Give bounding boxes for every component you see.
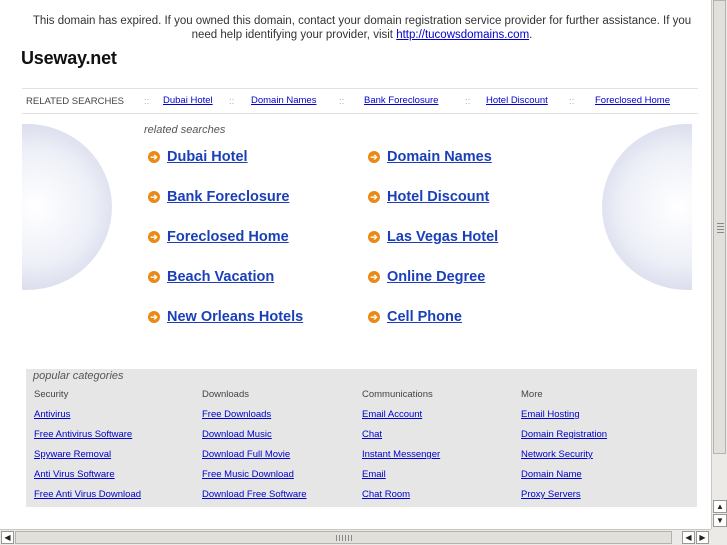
search-link-label: Hotel Discount bbox=[387, 189, 490, 205]
popular-categories-title: popular categories bbox=[33, 370, 124, 382]
category-link[interactable]: Email bbox=[362, 469, 440, 489]
search-link-cell-phone[interactable]: ➔ Cell Phone bbox=[368, 309, 462, 325]
grip-icon bbox=[336, 535, 352, 541]
vertical-scroll-thumb[interactable] bbox=[713, 0, 726, 454]
arrow-icon: ➔ bbox=[368, 271, 380, 283]
category-column-security: Security Antivirus Free Antivirus Softwa… bbox=[34, 389, 141, 509]
search-link-label: Bank Foreclosure bbox=[167, 189, 290, 205]
arrow-icon: ➔ bbox=[368, 191, 380, 203]
category-link[interactable]: Network Security bbox=[521, 449, 607, 469]
search-link-label: Las Vegas Hotel bbox=[387, 229, 499, 245]
related-searches-heading: related searches bbox=[144, 124, 226, 136]
expired-notice: This domain has expired. If you owned th… bbox=[22, 14, 702, 42]
category-link[interactable]: Chat Room bbox=[362, 489, 440, 509]
related-bar-link-bank-foreclosure[interactable]: Bank Foreclosure bbox=[364, 95, 438, 106]
category-link[interactable]: Spyware Removal bbox=[34, 449, 141, 469]
related-bar-link-hotel-discount[interactable]: Hotel Discount bbox=[486, 95, 548, 106]
tucows-link[interactable]: http://tucowsdomains.com bbox=[396, 29, 529, 41]
category-heading: Communications bbox=[362, 389, 433, 400]
arrow-icon: ➔ bbox=[148, 311, 160, 323]
separator: :: bbox=[144, 96, 150, 107]
search-link-beach-vacation[interactable]: ➔ Beach Vacation bbox=[148, 269, 274, 285]
search-link-las-vegas-hotel[interactable]: ➔ Las Vegas Hotel bbox=[368, 229, 498, 245]
scroll-right-button[interactable]: ▶ bbox=[696, 531, 709, 544]
category-link[interactable]: Email Hosting bbox=[521, 409, 607, 429]
arrow-icon: ➔ bbox=[148, 271, 160, 283]
separator: :: bbox=[465, 96, 471, 107]
category-link[interactable]: Instant Messenger bbox=[362, 449, 440, 469]
related-searches-label: RELATED SEARCHES bbox=[26, 96, 125, 107]
search-link-foreclosed-home[interactable]: ➔ Foreclosed Home bbox=[148, 229, 289, 245]
arrow-icon: ➔ bbox=[148, 191, 160, 203]
category-heading: More bbox=[521, 389, 543, 400]
arrow-icon: ➔ bbox=[368, 151, 380, 163]
category-link[interactable]: Anti Virus Software bbox=[34, 469, 141, 489]
category-link[interactable]: Domain Name bbox=[521, 469, 607, 489]
related-bar-link-foreclosed-home[interactable]: Foreclosed Home bbox=[595, 95, 670, 106]
domain-title: Useway.net bbox=[21, 48, 117, 68]
popular-categories-panel: popular categories Security Antivirus Fr… bbox=[26, 369, 697, 507]
expired-notice-end: . bbox=[529, 29, 533, 41]
related-bar-link-dubai-hotel[interactable]: Dubai Hotel bbox=[163, 95, 213, 106]
search-link-hotel-discount[interactable]: ➔ Hotel Discount bbox=[368, 189, 489, 205]
category-link[interactable]: Free Music Download bbox=[202, 469, 307, 489]
decorative-moon-left bbox=[22, 124, 112, 290]
search-link-new-orleans-hotels[interactable]: ➔ New Orleans Hotels bbox=[148, 309, 303, 325]
category-column-downloads: Downloads Free Downloads Download Music … bbox=[202, 389, 307, 509]
decorative-moon-right bbox=[602, 124, 692, 290]
category-link[interactable]: Domain Registration bbox=[521, 429, 607, 449]
scroll-up-button[interactable]: ▲ bbox=[713, 500, 727, 513]
search-link-dubai-hotel[interactable]: ➔ Dubai Hotel bbox=[148, 149, 248, 165]
search-link-label: Domain Names bbox=[387, 149, 492, 165]
horizontal-scroll-thumb[interactable] bbox=[15, 531, 672, 544]
scroll-left-button[interactable]: ◀ bbox=[1, 531, 14, 544]
search-link-label: New Orleans Hotels bbox=[167, 309, 304, 325]
arrow-icon: ➔ bbox=[148, 231, 160, 243]
arrow-icon: ➔ bbox=[368, 311, 380, 323]
search-link-label: Beach Vacation bbox=[167, 269, 275, 285]
vertical-scrollbar[interactable]: ▲ ▼ bbox=[711, 0, 727, 529]
search-link-label: Online Degree bbox=[387, 269, 486, 285]
related-bar-link-domain-names[interactable]: Domain Names bbox=[251, 95, 316, 106]
separator: :: bbox=[569, 96, 575, 107]
grip-icon bbox=[717, 223, 724, 233]
search-link-label: Dubai Hotel bbox=[167, 149, 248, 165]
category-link[interactable]: Chat bbox=[362, 429, 440, 449]
category-column-communications: Communications Email Account Chat Instan… bbox=[362, 389, 440, 509]
scrollbar-corner bbox=[711, 529, 727, 545]
arrow-icon: ➔ bbox=[148, 151, 160, 163]
separator: :: bbox=[339, 96, 345, 107]
arrow-icon: ➔ bbox=[368, 231, 380, 243]
related-searches-bar: RELATED SEARCHES :: Dubai Hotel :: Domai… bbox=[22, 88, 698, 114]
category-link[interactable]: Free Antivirus Software bbox=[34, 429, 141, 449]
category-link[interactable]: Download Music bbox=[202, 429, 307, 449]
category-link[interactable]: Proxy Servers bbox=[521, 489, 607, 509]
scroll-down-button[interactable]: ▼ bbox=[713, 514, 727, 527]
category-column-more: More Email Hosting Domain Registration N… bbox=[521, 389, 607, 509]
horizontal-scrollbar[interactable]: ◀ ◀ ▶ bbox=[0, 529, 711, 545]
category-link[interactable]: Download Free Software bbox=[202, 489, 307, 509]
search-link-label: Foreclosed Home bbox=[167, 229, 289, 245]
search-link-label: Cell Phone bbox=[387, 309, 462, 325]
category-heading: Downloads bbox=[202, 389, 249, 400]
search-link-online-degree[interactable]: ➔ Online Degree bbox=[368, 269, 485, 285]
scroll-left-button-2[interactable]: ◀ bbox=[682, 531, 695, 544]
category-link[interactable]: Email Account bbox=[362, 409, 440, 429]
category-link[interactable]: Download Full Movie bbox=[202, 449, 307, 469]
search-link-bank-foreclosure[interactable]: ➔ Bank Foreclosure bbox=[148, 189, 290, 205]
search-link-domain-names[interactable]: ➔ Domain Names bbox=[368, 149, 492, 165]
category-heading: Security bbox=[34, 389, 69, 400]
expired-notice-text: This domain has expired. If you owned th… bbox=[32, 15, 692, 41]
separator: :: bbox=[229, 96, 235, 107]
category-link[interactable]: Free Anti Virus Download bbox=[34, 489, 141, 509]
category-link[interactable]: Antivirus bbox=[34, 409, 141, 429]
category-link[interactable]: Free Downloads bbox=[202, 409, 307, 429]
